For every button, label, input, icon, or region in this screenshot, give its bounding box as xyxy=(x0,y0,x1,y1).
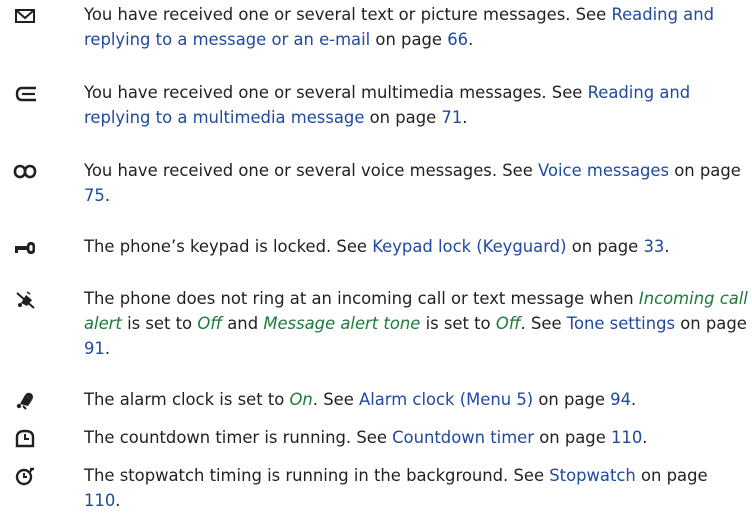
entry-text: The phone does not ring at an incoming c… xyxy=(84,286,749,361)
cross-reference-link[interactable]: Stopwatch xyxy=(549,466,636,485)
page-number-link[interactable]: 33 xyxy=(643,237,664,256)
body-text: The countdown timer is running. See xyxy=(84,428,393,447)
body-text: on page xyxy=(364,108,442,127)
multimedia-message-icon xyxy=(13,83,39,103)
cross-reference-link[interactable]: Keypad lock (Keyguard) xyxy=(372,237,566,256)
body-text: and xyxy=(222,314,264,333)
cross-reference-link[interactable]: Countdown timer xyxy=(392,428,534,447)
silent-bell-icon xyxy=(13,289,39,309)
body-text: The phone’s keypad is locked. See xyxy=(84,237,373,256)
envelope-icon xyxy=(13,5,39,25)
body-text: . See xyxy=(520,314,567,333)
setting-name: On xyxy=(289,390,313,409)
body-text: . xyxy=(642,428,648,447)
body-text: . xyxy=(115,491,121,510)
voicemail-icon xyxy=(13,161,39,181)
body-text: . See xyxy=(312,390,359,409)
page-number-link[interactable]: 110 xyxy=(611,428,642,447)
body-text: on page xyxy=(675,314,747,333)
body-text: . xyxy=(631,390,637,409)
body-text: You have received one or several text or… xyxy=(84,5,612,24)
setting-name: Off xyxy=(197,314,223,333)
setting-name: Off xyxy=(495,314,521,333)
countdown-timer-icon xyxy=(13,428,39,448)
entry-text: You have received one or several multime… xyxy=(84,80,749,130)
indicator-list: You have received one or several text or… xyxy=(0,0,752,511)
body-text: on page xyxy=(669,161,741,180)
entry-text: You have received one or several text or… xyxy=(84,2,749,52)
cross-reference-link[interactable]: Voice messages xyxy=(538,161,669,180)
body-text: on page xyxy=(370,30,448,49)
body-text: is set to xyxy=(420,314,496,333)
body-text: . xyxy=(104,339,111,358)
cross-reference-link[interactable]: Tone settings xyxy=(567,314,675,333)
alarm-bell-icon xyxy=(13,390,39,410)
body-text: . xyxy=(104,186,111,205)
body-text: on page xyxy=(566,237,644,256)
body-text: . xyxy=(462,108,468,127)
entry-text: The stopwatch timing is running in the b… xyxy=(84,463,749,513)
body-text: The phone does not ring at an incoming c… xyxy=(84,289,639,308)
page-number-link[interactable]: 110 xyxy=(84,491,115,510)
body-text: on page xyxy=(533,390,611,409)
setting-name: Message alert tone xyxy=(263,314,421,333)
body-text: is set to xyxy=(121,314,198,333)
entry-text: The alarm clock is set to On. See Alarm … xyxy=(84,387,749,412)
body-text: . xyxy=(468,30,474,49)
page-number-link[interactable]: 75 xyxy=(84,186,105,205)
entry-text: You have received one or several voice m… xyxy=(84,158,749,208)
page-number-link[interactable]: 91 xyxy=(84,339,105,358)
body-text: . xyxy=(664,237,670,256)
body-text: on page xyxy=(534,428,611,447)
body-text: You have received one or several multime… xyxy=(84,83,588,102)
stopwatch-icon xyxy=(13,466,39,486)
page-number-link[interactable]: 94 xyxy=(610,390,631,409)
entry-text: The phone’s keypad is locked. See Keypad… xyxy=(84,234,749,259)
key-lock-icon xyxy=(13,237,39,257)
entry-text: The countdown timer is running. See Coun… xyxy=(84,425,749,450)
body-text: The alarm clock is set to xyxy=(84,390,290,409)
body-text: on page xyxy=(635,466,708,485)
body-text: You have received one or several voice m… xyxy=(84,161,539,180)
page-number-link[interactable]: 71 xyxy=(441,108,462,127)
cross-reference-link[interactable]: Alarm clock (Menu 5) xyxy=(359,390,533,409)
body-text: The stopwatch timing is running in the b… xyxy=(84,466,550,485)
page-number-link[interactable]: 66 xyxy=(447,30,468,49)
